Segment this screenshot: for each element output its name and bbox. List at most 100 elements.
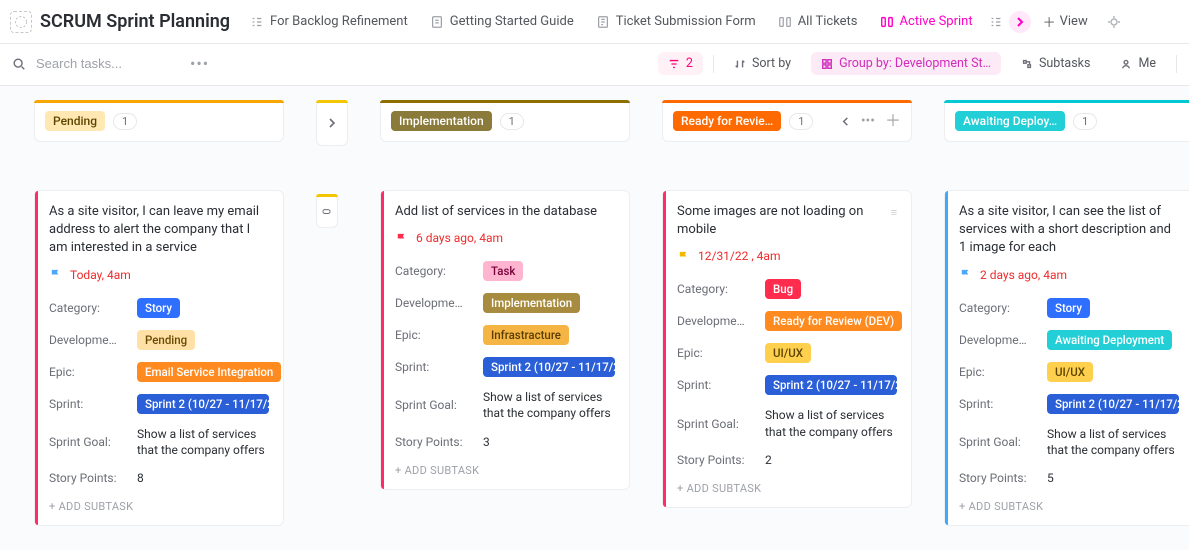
column-status-chip: Pending	[45, 111, 105, 131]
due-date: Today, 4am	[70, 268, 131, 282]
tab-hidden-next[interactable]	[985, 9, 1007, 35]
subtasks-button[interactable]: Subtasks	[1011, 52, 1100, 75]
add-task-button[interactable]: ＋	[885, 113, 901, 129]
flag-icon[interactable]	[677, 250, 690, 263]
sprint-goal-text: Show a list of services that the company…	[483, 389, 615, 421]
task-card[interactable]: Add list of services in the database 6 d…	[380, 190, 630, 490]
task-title: Add list of services in the database	[395, 203, 615, 221]
tag-epic[interactable]: UI/UX	[1047, 362, 1093, 382]
column-count: 1	[500, 113, 524, 130]
chevron-right-icon	[1015, 17, 1025, 27]
subtasks-icon	[1021, 58, 1033, 70]
column-header-implementation[interactable]: Implementation 1	[380, 100, 630, 142]
tag-dev-status[interactable]: Awaiting Deployment	[1047, 330, 1172, 350]
tag-sprint[interactable]: Sprint 2 (10/27 - 11/17/2…	[137, 394, 269, 414]
me-filter-button[interactable]: Me	[1110, 52, 1166, 75]
sort-icon	[734, 58, 746, 70]
tag-category[interactable]: Task	[483, 261, 523, 281]
view-tabs: For Backlog Refinement Getting Started G…	[240, 8, 1031, 35]
kanban-board: Pending 1 As a site visitor, I can leave…	[0, 86, 1189, 550]
group-by-button[interactable]: Group by: Development St…	[811, 52, 1001, 75]
column-implementation: Implementation 1 Add list of services in…	[380, 100, 630, 490]
tag-category[interactable]: Bug	[765, 279, 801, 299]
flag-icon[interactable]	[49, 268, 62, 281]
tab-all-tickets[interactable]: All Tickets	[768, 8, 868, 35]
doc-icon	[430, 15, 444, 29]
task-title: Some images are not loading on mobile	[677, 203, 885, 239]
tag-sprint[interactable]: Sprint 2 (10/27 - 11/17/2…	[765, 375, 897, 395]
add-subtask-button[interactable]: + ADD SUBTASK	[959, 492, 1179, 515]
due-date: 6 days ago, 4am	[416, 231, 503, 245]
sprint-goal-text: Show a list of services that the company…	[137, 426, 269, 458]
tab-backlog-refinement[interactable]: For Backlog Refinement	[240, 8, 418, 35]
form-icon	[596, 15, 610, 29]
add-subtask-button[interactable]: + ADD SUBTASK	[677, 474, 897, 497]
tab-ticket-form[interactable]: Ticket Submission Form	[586, 8, 766, 35]
tag-sprint[interactable]: Sprint 2 (10/27 - 11/17/2…	[1047, 394, 1179, 414]
sort-button[interactable]: Sort by	[724, 52, 801, 75]
column-header-pending[interactable]: Pending 1	[34, 100, 284, 142]
column-status-chip: Implementation	[391, 111, 492, 131]
column-count: 1	[113, 113, 137, 130]
plus-icon: ＋	[1043, 12, 1056, 31]
due-date: 2 days ago, 4am	[980, 268, 1067, 282]
tabs-overflow-next[interactable]	[1009, 11, 1031, 33]
tag-category[interactable]: Story	[1047, 298, 1090, 318]
filter-button[interactable]: 2	[658, 52, 703, 75]
column-awaiting-deployment: Awaiting Deploy… 1 As a site visitor, I …	[944, 100, 1189, 526]
search-group	[12, 55, 174, 72]
column-header-ready[interactable]: Ready for Revie… 1 ••• ＋	[662, 100, 912, 142]
column-collapsed: 0	[316, 100, 348, 228]
task-title: As a site visitor, I can leave my email …	[49, 203, 269, 258]
tag-category[interactable]: Story	[137, 298, 180, 318]
person-icon	[1120, 58, 1132, 70]
add-subtask-button[interactable]: + ADD SUBTASK	[395, 456, 615, 479]
column-more-button[interactable]: •••	[861, 113, 875, 129]
sprint-goal-text: Show a list of services that the company…	[765, 407, 897, 439]
group-icon	[821, 58, 833, 70]
search-input[interactable]	[34, 55, 174, 72]
space-icon	[10, 11, 32, 33]
search-icon	[12, 57, 26, 71]
tab-getting-started[interactable]: Getting Started Guide	[420, 8, 584, 35]
tag-dev-status[interactable]: Pending	[137, 330, 195, 350]
due-date: 12/31/22 , 4am	[698, 249, 780, 263]
flag-icon[interactable]	[395, 232, 408, 245]
story-points-value: 8	[137, 470, 144, 486]
tag-epic[interactable]: UI/UX	[765, 343, 811, 363]
flag-icon[interactable]	[959, 268, 972, 281]
task-card[interactable]: As a site visitor, I can leave my email …	[34, 190, 284, 526]
chevron-left-icon[interactable]	[840, 116, 851, 127]
task-card[interactable]: Some images are not loading on mobile ≡ …	[662, 190, 912, 508]
task-card[interactable]: As a site visitor, I can see the list of…	[944, 190, 1189, 526]
list-icon	[250, 15, 264, 29]
list-icon	[989, 15, 1003, 29]
separator	[713, 55, 714, 73]
drag-handle-icon[interactable]: ≡	[891, 206, 897, 219]
add-subtask-button[interactable]: + ADD SUBTASK	[49, 492, 269, 515]
column-count: 1	[789, 113, 813, 130]
tag-dev-status[interactable]: Ready for Review (DEV)	[765, 311, 902, 331]
chevron-right-icon	[326, 117, 338, 129]
expand-column-button[interactable]	[316, 100, 348, 146]
column-pending: Pending 1 As a site visitor, I can leave…	[34, 100, 284, 526]
board-icon	[880, 15, 894, 29]
toolbar-overflow-icon[interactable]	[1100, 8, 1122, 36]
column-count: 1	[1073, 113, 1097, 130]
top-nav-bar: SCRUM Sprint Planning For Backlog Refine…	[0, 0, 1189, 44]
tab-active-sprint[interactable]: Active Sprint	[870, 8, 983, 35]
search-more-button[interactable]: •••	[184, 54, 215, 73]
tag-dev-status[interactable]: Implementation	[483, 293, 580, 313]
add-view-button[interactable]: ＋ View	[1035, 6, 1096, 37]
list-toolbar: ••• 2 Sort by Group by: Development St… …	[0, 44, 1189, 86]
tag-sprint[interactable]: Sprint 2 (10/27 - 11/17/2…	[483, 357, 615, 377]
space-title-group[interactable]: SCRUM Sprint Planning	[10, 11, 230, 33]
filter-icon	[668, 58, 680, 70]
column-status-chip: Awaiting Deploy…	[955, 111, 1065, 131]
collapsed-count-badge[interactable]: 0	[316, 194, 338, 228]
tag-epic[interactable]: Email Service Integration	[137, 362, 281, 382]
board-icon	[778, 15, 792, 29]
story-points-value: 5	[1047, 470, 1054, 486]
tag-epic[interactable]: Infrastracture	[483, 325, 569, 345]
column-header-deploy[interactable]: Awaiting Deploy… 1	[944, 100, 1189, 142]
